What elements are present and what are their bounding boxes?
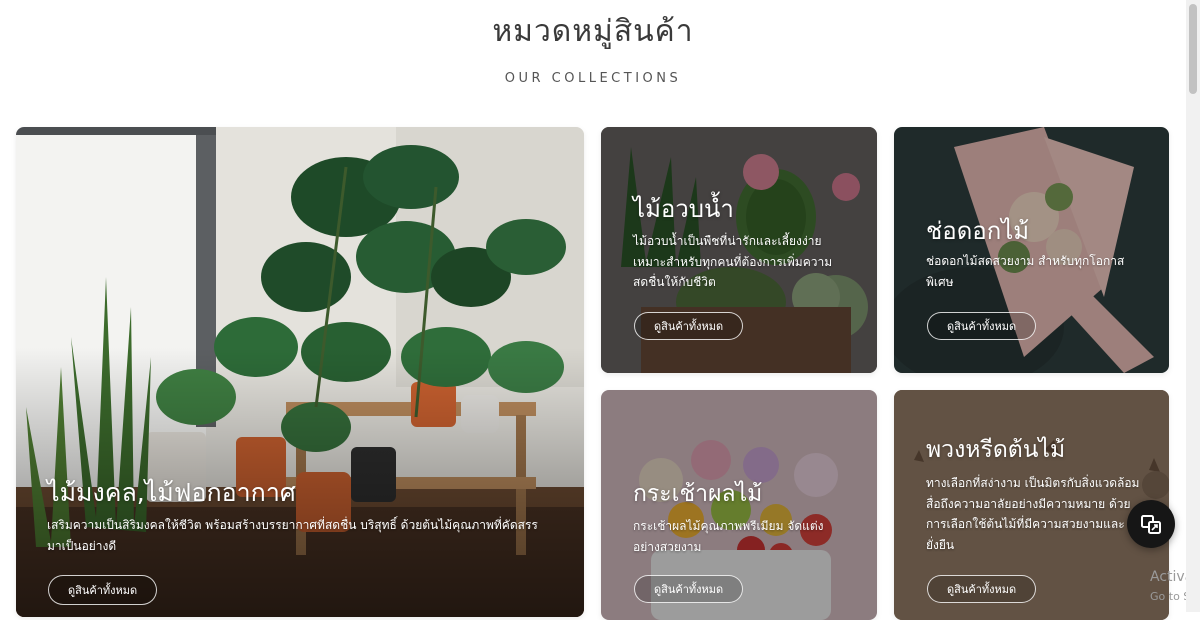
category-card-auspicious-plants[interactable]: ไม้มงคล,ไม้ฟอกอากาศ เสริมความเป็นสิริมงค… — [16, 127, 584, 617]
view-all-button[interactable]: ดูสินค้าทั้งหมด — [927, 575, 1037, 603]
card-description: ทางเลือกที่สง่างาม เป็นมิตรกับสิ่งแวดล้อ… — [926, 476, 1140, 552]
category-card-bouquets[interactable]: ช่อดอกไม้ ช่อดอกไม้สดสวยงาม สำหรับทุกโอก… — [894, 127, 1169, 373]
view-all-button[interactable]: ดูสินค้าทั้งหมด — [634, 312, 744, 340]
view-all-button[interactable]: ดูสินค้าทั้งหมด — [48, 575, 158, 605]
card-description: ช่อดอกไม้สดสวยงาม สำหรับทุกโอกาสพิเศษ — [926, 254, 1125, 289]
card-title: กระเช้าผลไม้ — [633, 481, 763, 507]
category-card-succulents[interactable]: ไม้อวบน้ำ ไม้อวบน้ำเป็นพืชที่น่ารักและเล… — [601, 127, 877, 373]
view-all-button[interactable]: ดูสินค้าทั้งหมด — [634, 575, 744, 603]
scrollbar-thumb[interactable] — [1189, 4, 1197, 94]
card-title: ไม้มงคล,ไม้ฟอกอากาศ — [47, 478, 296, 507]
section-title: หมวดหมู่สินค้า — [492, 14, 694, 49]
card-title: พวงหรีดต้นไม้ — [926, 437, 1066, 463]
card-title: ช่อดอกไม้ — [926, 217, 1030, 245]
card-description: เสริมความเป็นสิริมงคลให้ชีวิต พร้อมสร้าง… — [47, 518, 538, 553]
card-title: ไม้อวบน้ำ — [633, 195, 734, 223]
chat-share-icon — [1141, 515, 1161, 534]
view-all-button[interactable]: ดูสินค้าทั้งหมด — [927, 312, 1037, 340]
card-description: ไม้อวบน้ำเป็นพืชที่น่ารักและเลี้ยงง่าย เ… — [633, 234, 833, 289]
floating-chat-button[interactable] — [1127, 500, 1175, 548]
category-card-fruit-baskets[interactable]: กระเช้าผลไม้ กระเช้าผลไม้คุณภาพพรีเมียม … — [601, 390, 877, 620]
card-description: กระเช้าผลไม้คุณภาพพรีเมียม จัดแต่งอย่างส… — [633, 519, 824, 554]
page-scrollbar[interactable] — [1186, 0, 1200, 612]
section-subtitle: OUR COLLECTIONS — [504, 71, 682, 86]
